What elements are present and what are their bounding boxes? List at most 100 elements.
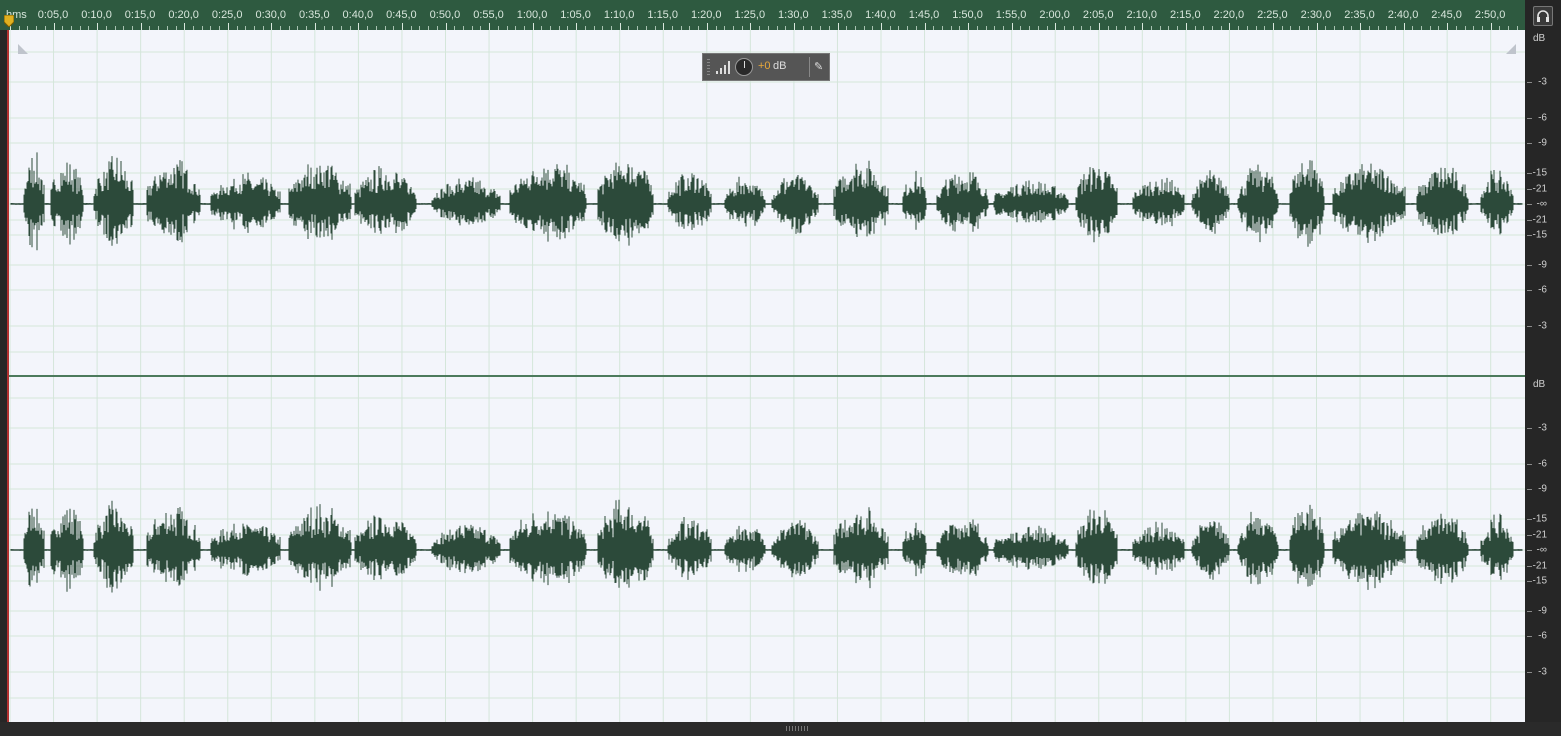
hud-grip[interactable]	[707, 59, 710, 75]
ruler-corner	[1525, 0, 1561, 30]
ruler-label: 0:30,0	[255, 9, 287, 21]
db-label: -9	[1538, 483, 1547, 495]
ruler-tick	[445, 23, 447, 30]
waveform-channel-left[interactable]	[10, 152, 1523, 251]
db-label: -21	[1532, 529, 1547, 541]
db-unit-top: dB	[1533, 33, 1546, 44]
hud-amplitude-value[interactable]: +0	[758, 60, 771, 72]
db-label: -15	[1532, 575, 1547, 587]
ruler-label: 1:25,0	[734, 9, 766, 21]
waveform-channel-right[interactable]	[10, 499, 1523, 593]
ruler-tick	[1098, 23, 1100, 30]
ruler-tick	[358, 23, 360, 30]
ruler-label: 2:25,0	[1257, 9, 1288, 21]
db-label: -15	[1532, 229, 1547, 241]
ruler-tick	[314, 23, 316, 30]
channel-separator	[9, 375, 1525, 377]
ruler-tick	[881, 23, 882, 30]
db-label: -3	[1538, 76, 1547, 88]
ruler-label: 1:10,0	[603, 9, 635, 21]
ruler-label: 1:50,0	[952, 9, 983, 21]
timeline-ruler[interactable]: hms 0:05,0 0:10,0 0:15,0 0:20,0 0:25,0 0:30,0…	[0, 0, 1525, 31]
ruler-label: 1:30,0	[778, 9, 809, 21]
ruler-label: 0:40,0	[342, 9, 374, 21]
db-tick	[1527, 672, 1532, 673]
ruler-label: 1:00,0	[516, 9, 548, 21]
amplitude-hud[interactable]: +0 dB ✎	[702, 53, 830, 81]
fade-in-handle[interactable]	[18, 44, 28, 54]
ruler-tick	[1447, 23, 1449, 30]
db-tick	[1527, 428, 1532, 429]
ruler-tick	[924, 23, 926, 30]
ruler-tick	[97, 23, 99, 30]
ruler-tick	[1185, 23, 1187, 30]
db-tick	[1527, 326, 1532, 327]
db-label: -6	[1538, 112, 1547, 124]
db-tick	[1527, 118, 1532, 119]
ruler-label: 1:15,0	[647, 9, 678, 21]
ruler-label: 0:55,0	[473, 9, 504, 21]
level-bars-icon	[716, 61, 730, 74]
db-label: -9	[1538, 259, 1547, 271]
db-label: -21	[1532, 214, 1547, 226]
ruler-label: 2:20,0	[1213, 9, 1245, 21]
hud-amplitude-unit: dB	[773, 60, 787, 72]
ruler-label: 2:30,0	[1300, 9, 1332, 21]
ruler-tick	[793, 23, 795, 30]
ruler-label: 2:10,0	[1126, 9, 1158, 21]
ruler-label: 0:20,0	[168, 9, 199, 21]
db-unit-bottom: dB	[1533, 379, 1546, 390]
volume-knob-icon[interactable]	[735, 58, 753, 76]
ruler-label: 2:35,0	[1344, 9, 1375, 21]
ruler-label: 0:50,0	[429, 9, 461, 21]
ruler-tick	[1490, 23, 1492, 30]
db-label: -∞	[1536, 544, 1547, 556]
db-tick	[1527, 189, 1532, 190]
ruler-tick	[184, 23, 186, 30]
db-label: -6	[1538, 458, 1547, 470]
ruler-label: 0:45,0	[386, 9, 417, 21]
ruler-tick	[489, 23, 490, 30]
ruler-tick	[401, 23, 403, 30]
db-label: -21	[1532, 183, 1547, 195]
ruler-tick	[1229, 23, 1231, 30]
db-tick	[1527, 235, 1532, 236]
playhead-marker-icon[interactable]	[4, 15, 14, 27]
db-tick	[1527, 290, 1532, 291]
ruler-tick	[1360, 23, 1362, 30]
fade-out-handle[interactable]	[1506, 44, 1516, 54]
ruler-label: 2:05,0	[1082, 9, 1114, 21]
db-label: -3	[1538, 422, 1547, 434]
pin-icon[interactable]: ✎	[814, 60, 823, 73]
ruler-label: 0:05,0	[37, 9, 69, 21]
scrollbar-grip[interactable]	[786, 726, 808, 731]
ruler-label: 2:40,0	[1387, 9, 1419, 21]
headphones-button[interactable]	[1533, 6, 1553, 26]
ruler-tick	[663, 23, 665, 30]
db-tick	[1527, 464, 1532, 465]
headphones-icon	[1537, 10, 1549, 22]
db-tick	[1527, 519, 1532, 520]
ruler-label: 2:45,0	[1431, 9, 1462, 21]
db-label: -15	[1532, 513, 1547, 525]
db-tick	[1527, 636, 1532, 637]
ruler-tick	[1403, 23, 1405, 30]
ruler-label: 1:20,0	[690, 9, 722, 21]
ruler-label: 0:15,0	[124, 9, 156, 21]
ruler-label: 2:15,0	[1170, 9, 1201, 21]
db-tick	[1527, 611, 1532, 612]
ruler-tick	[619, 23, 621, 30]
ruler-label: 1:05,0	[560, 9, 591, 21]
db-tick	[1527, 535, 1532, 536]
db-label: -3	[1538, 320, 1547, 332]
db-label: -9	[1538, 137, 1547, 149]
ruler-label: 1:45,0	[908, 9, 940, 21]
ruler-label: 1:55,0	[995, 9, 1027, 21]
db-label: -21	[1532, 560, 1547, 572]
db-label: -6	[1538, 284, 1547, 296]
ruler-tick	[140, 23, 142, 30]
db-tick	[1527, 265, 1532, 266]
waveform-editor[interactable]: +0 dB ✎	[9, 30, 1525, 722]
horizontal-scrollbar[interactable]	[0, 722, 1561, 736]
db-tick	[1527, 581, 1532, 582]
